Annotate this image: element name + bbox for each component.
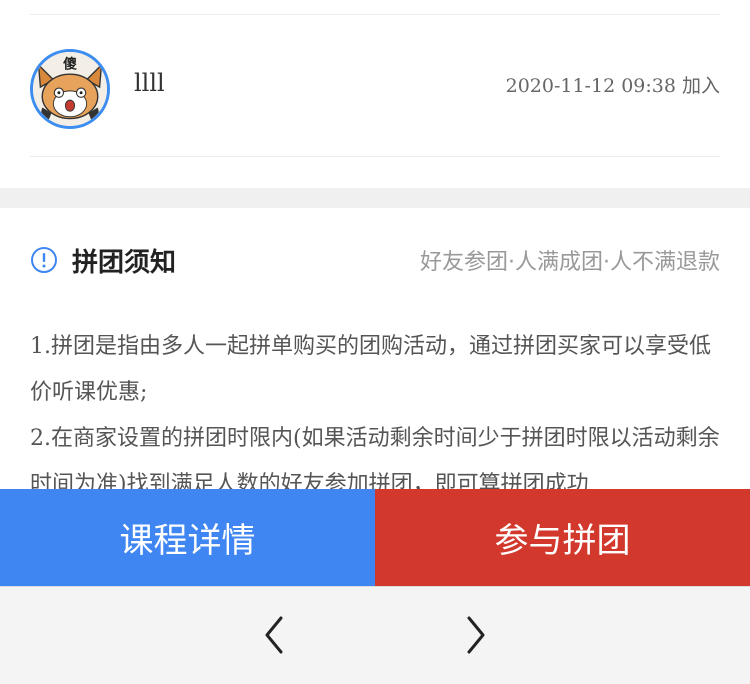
member-name: llll	[134, 69, 165, 97]
info-circle-icon	[31, 247, 57, 273]
browser-toolbar	[0, 586, 750, 684]
course-detail-button[interactable]: 课程详情	[0, 489, 375, 586]
notice-tags: 好友参团·人满成团·人不满退款	[420, 250, 720, 275]
action-bar: 课程详情 参与拼团	[0, 489, 750, 586]
back-button[interactable]	[250, 611, 298, 659]
forward-button[interactable]	[452, 611, 500, 659]
section-separator	[0, 188, 750, 208]
notice-header: 拼团须知 好友参团·人满成团·人不满退款	[0, 232, 750, 288]
join-time: 2020-11-12 09:38 加入	[505, 75, 720, 97]
chevron-left-icon	[265, 616, 283, 654]
svg-text:傻: 傻	[63, 56, 77, 73]
chevron-right-icon	[467, 616, 485, 654]
rules-text: 1.拼团是指由多人一起拼单购买的团购活动，通过拼团买家可以享受低价听课优惠; 2…	[30, 324, 720, 508]
avatar: 傻	[30, 49, 110, 129]
fox-avatar-icon: 傻	[33, 52, 107, 126]
member-row: 傻 llll 2020-11-12 09:38 加入	[0, 15, 750, 156]
divider-mid	[30, 156, 720, 157]
rule-item-1: 1.拼团是指由多人一起拼单购买的团购活动，通过拼团买家可以享受低价听课优惠;	[30, 334, 711, 405]
join-group-button[interactable]: 参与拼团	[375, 489, 750, 586]
notice-title: 拼团须知	[72, 248, 177, 278]
